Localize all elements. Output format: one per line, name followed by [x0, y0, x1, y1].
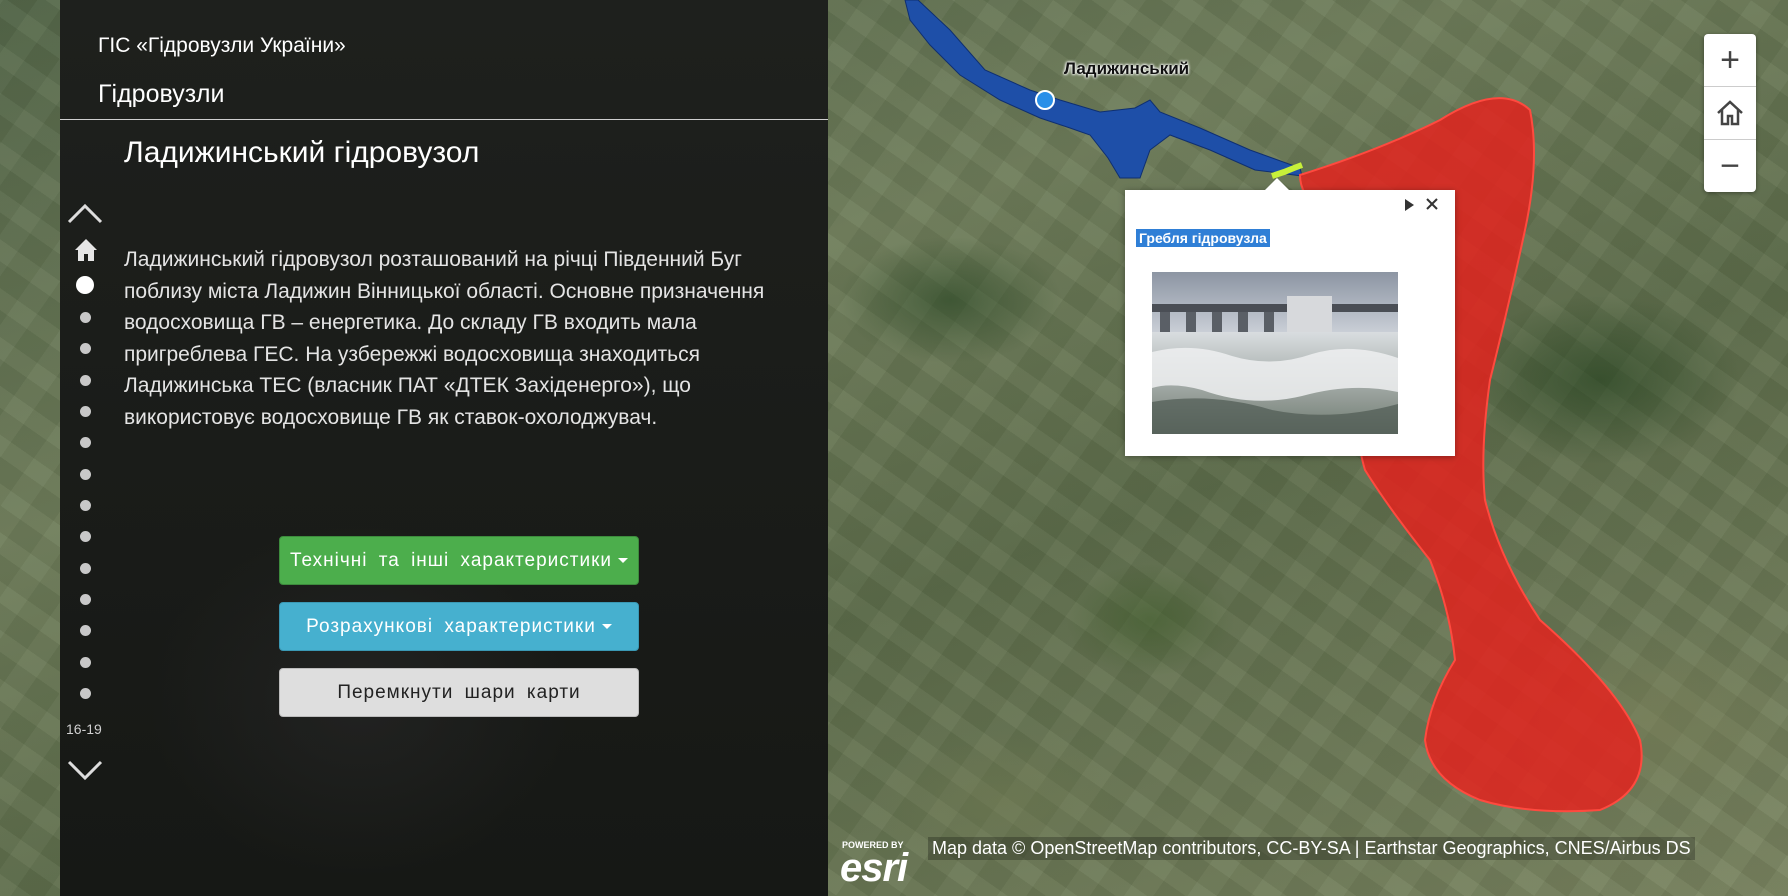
app-title: ГІС «Гідровузли України»	[98, 34, 346, 57]
page-description: Ладижинський гідровузол розташований на …	[124, 248, 765, 429]
close-icon	[1426, 198, 1438, 210]
esri-wordmark: esri	[840, 846, 908, 890]
reservoir-shape	[904, 0, 1303, 179]
popup-next-button[interactable]	[1403, 198, 1415, 212]
calc-button-label: Розрахункові характеристики	[306, 615, 596, 637]
map-place-label: Ладижинський	[1064, 59, 1190, 78]
chevron-down-icon	[67, 760, 103, 781]
popup-close-button[interactable]	[1424, 196, 1440, 212]
chevron-up-icon	[67, 203, 103, 224]
zoom-out-button[interactable]: −	[1704, 140, 1756, 192]
story-panel: ГІС «Гідровузли України» Гідровузли Лади…	[60, 0, 828, 896]
page-dot[interactable]	[80, 563, 91, 574]
plus-icon: +	[1720, 41, 1740, 79]
map-popup: Гребля гідровузла	[1125, 178, 1455, 456]
page-dot[interactable]	[80, 375, 91, 386]
home-icon	[1717, 100, 1743, 126]
page-dot[interactable]	[80, 688, 91, 699]
page-dot[interactable]	[80, 312, 91, 323]
tech-characteristics-button[interactable]: Технічні та інші характеристики	[279, 536, 639, 585]
page-dot[interactable]	[80, 500, 91, 511]
home-button[interactable]	[74, 238, 98, 262]
page-title: Ладижинський гідровузол	[124, 136, 480, 169]
dam-photo[interactable]	[1152, 272, 1398, 434]
toggle-layers-button[interactable]: Перемкнути шари карти	[279, 668, 639, 717]
popup-pointer	[1265, 178, 1289, 190]
page-dot[interactable]	[76, 276, 94, 294]
popup-title: Гребля гідровузла	[1136, 229, 1270, 247]
nav-up-button[interactable]	[65, 200, 105, 226]
zoom-in-button[interactable]: +	[1704, 34, 1756, 86]
map-attribution: Map data © OpenStreetMap contributors, C…	[928, 837, 1695, 860]
page-dot[interactable]	[80, 343, 91, 354]
tech-button-label: Технічні та інші характеристики	[289, 549, 613, 571]
caret-down-icon	[601, 624, 612, 629]
page-dot[interactable]	[80, 594, 91, 605]
location-marker[interactable]	[1035, 90, 1055, 110]
section-title: Гідровузли	[98, 80, 225, 108]
home-extent-button[interactable]	[1704, 87, 1756, 139]
play-triangle-icon	[1405, 199, 1414, 211]
caret-down-icon	[618, 558, 629, 563]
nav-down-button[interactable]	[65, 758, 105, 784]
page-dot[interactable]	[80, 437, 91, 448]
header-divider	[60, 119, 828, 120]
zoom-controls: + −	[1704, 34, 1756, 192]
page-range-label: 16-19	[66, 721, 102, 737]
page-dot[interactable]	[80, 531, 91, 542]
minus-icon: −	[1720, 147, 1740, 185]
page-dot[interactable]	[80, 406, 91, 417]
page-dot[interactable]	[80, 625, 91, 636]
page-dot[interactable]	[80, 657, 91, 668]
home-icon	[75, 239, 97, 261]
dam-photo-image	[1152, 272, 1398, 434]
page-dot[interactable]	[80, 469, 91, 480]
calc-characteristics-button[interactable]: Розрахункові характеристики	[279, 602, 639, 651]
layers-button-label: Перемкнути шари карти	[337, 681, 581, 703]
